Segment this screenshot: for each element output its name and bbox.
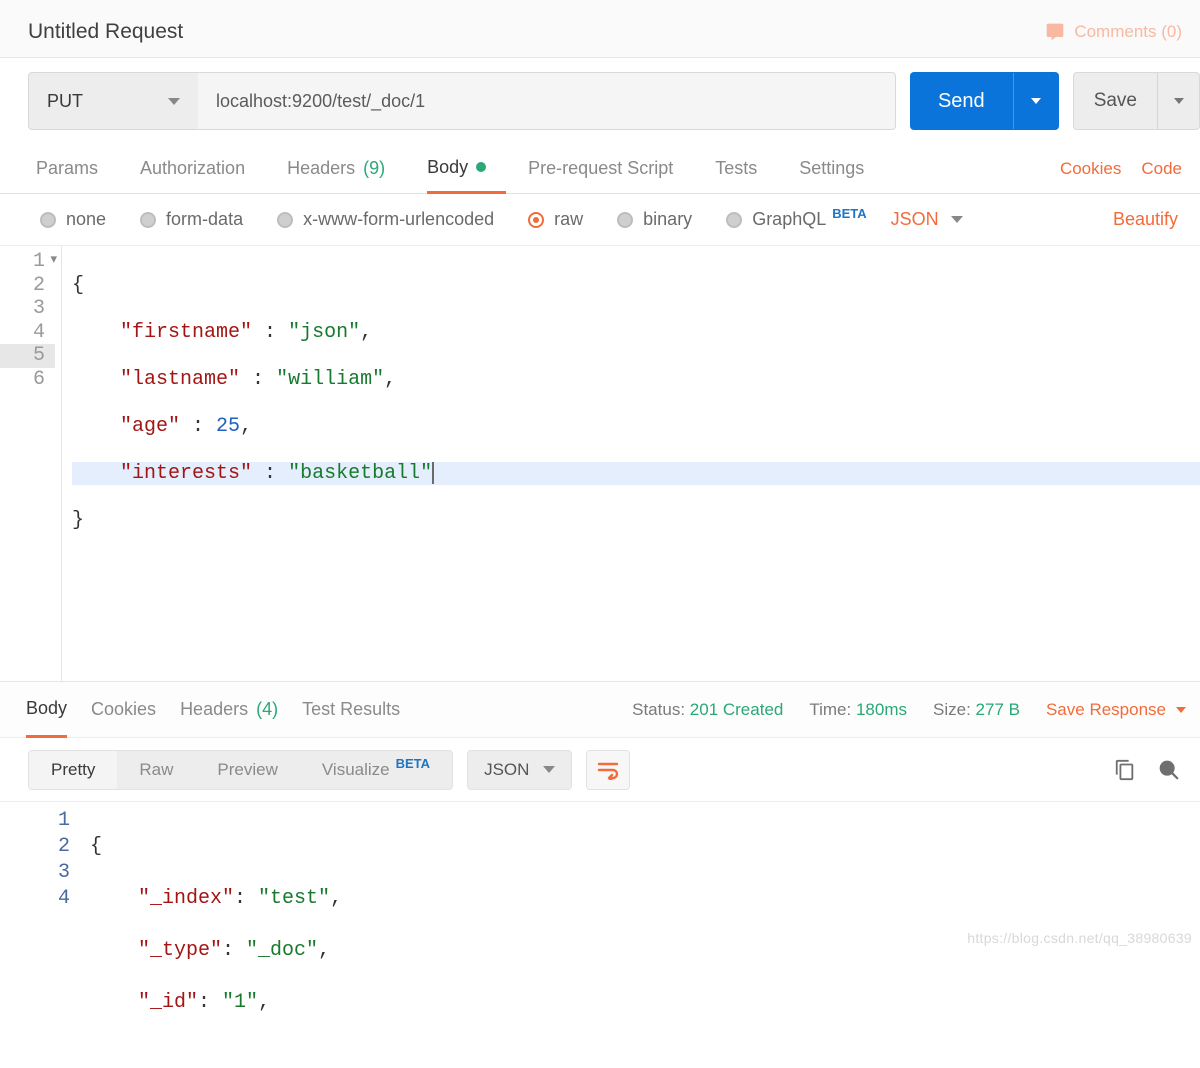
- radio-icon: [277, 212, 293, 228]
- response-toolbar: Pretty Raw Preview VisualizeBETA JSON: [0, 738, 1200, 802]
- send-button[interactable]: Send: [910, 73, 1013, 129]
- seg-raw[interactable]: Raw: [117, 750, 195, 790]
- code-line: "interests" : "basketball": [72, 462, 1200, 486]
- body-type-none[interactable]: none: [40, 209, 106, 230]
- tab-settings[interactable]: Settings: [799, 144, 884, 194]
- seg-pretty[interactable]: Pretty: [29, 750, 117, 790]
- resp-headers-count: (4): [256, 699, 278, 720]
- resp-tab-cookies[interactable]: Cookies: [91, 682, 156, 738]
- body-format-select[interactable]: JSON: [891, 209, 963, 230]
- beta-badge: BETA: [832, 206, 866, 221]
- code-line: {: [90, 834, 1200, 860]
- request-row: PUT localhost:9200/test/_doc/1 Send Save: [0, 58, 1200, 144]
- method-url-group: PUT localhost:9200/test/_doc/1: [28, 72, 896, 130]
- radio-icon: [726, 212, 742, 228]
- radio-icon: [40, 212, 56, 228]
- chevron-down-icon: [1031, 98, 1041, 104]
- resp-tab-test-results[interactable]: Test Results: [302, 682, 400, 738]
- code-line: "age" : 25,: [72, 415, 1200, 439]
- request-header: Untitled Request Comments (0): [0, 0, 1200, 58]
- link-cookies[interactable]: Cookies: [1060, 159, 1121, 179]
- line-gutter: 1▾ 2 3 4 5 6: [0, 246, 62, 681]
- response-format-select[interactable]: JSON: [467, 750, 572, 790]
- body-type-xwww[interactable]: x-www-form-urlencoded: [277, 209, 494, 230]
- time-value: 180ms: [856, 700, 907, 719]
- send-dropdown[interactable]: [1013, 73, 1059, 129]
- response-meta: Status: 201 Created Time: 180ms Size: 27…: [632, 700, 1186, 720]
- response-tabs: Body Cookies Headers(4) Test Results Sta…: [0, 682, 1200, 738]
- save-dropdown[interactable]: [1157, 73, 1199, 129]
- radio-selected-icon: [528, 212, 544, 228]
- chevron-down-icon: [543, 766, 555, 773]
- chevron-down-icon: [1174, 98, 1184, 104]
- body-type-raw[interactable]: raw: [528, 209, 583, 230]
- code-line: {: [72, 274, 1200, 298]
- beautify-button[interactable]: Beautify: [1113, 209, 1178, 230]
- code-line: "_type": "_doc",: [90, 938, 1200, 964]
- copy-icon[interactable]: [1114, 759, 1136, 781]
- send-button-group: Send: [910, 72, 1059, 130]
- save-response-button[interactable]: Save Response: [1046, 700, 1186, 720]
- response-body-editor[interactable]: 1234 { "_index": "test", "_type": "_doc"…: [0, 802, 1200, 932]
- http-method-select[interactable]: PUT: [28, 72, 198, 130]
- text-caret: [432, 462, 434, 484]
- code-area[interactable]: { "firstname" : "json", "lastname" : "wi…: [62, 246, 1200, 681]
- comments-button[interactable]: Comments (0): [1044, 22, 1182, 42]
- search-icon[interactable]: [1158, 759, 1180, 781]
- code-line: }: [72, 509, 1200, 533]
- url-input[interactable]: localhost:9200/test/_doc/1: [198, 72, 896, 130]
- save-button-group: Save: [1073, 72, 1200, 130]
- response-code-area[interactable]: { "_index": "test", "_type": "_doc", "_i…: [90, 808, 1200, 932]
- comment-icon: [1044, 22, 1066, 42]
- url-value: localhost:9200/test/_doc/1: [216, 91, 425, 112]
- tab-prerequest[interactable]: Pre-request Script: [528, 144, 693, 194]
- code-line: "_id": "1",: [90, 990, 1200, 1016]
- body-modified-dot-icon: [476, 162, 486, 172]
- status-value: 201 Created: [690, 700, 784, 719]
- tab-params[interactable]: Params: [36, 144, 118, 194]
- request-tabs-right: Cookies Code: [1060, 159, 1182, 179]
- chevron-down-icon: [168, 98, 180, 105]
- comments-label: Comments (0): [1074, 22, 1182, 42]
- time-label: Time:: [809, 700, 851, 719]
- body-type-form-data[interactable]: form-data: [140, 209, 243, 230]
- chevron-down-icon: [951, 216, 963, 223]
- code-line: "lastname" : "william",: [72, 368, 1200, 392]
- seg-preview[interactable]: Preview: [195, 750, 299, 790]
- fold-icon[interactable]: ▾: [50, 252, 57, 267]
- tab-tests[interactable]: Tests: [715, 144, 777, 194]
- beta-badge: BETA: [396, 756, 430, 771]
- save-button[interactable]: Save: [1074, 73, 1157, 129]
- size-value: 277 B: [976, 700, 1020, 719]
- tab-authorization[interactable]: Authorization: [140, 144, 265, 194]
- response-line-gutter: 1234: [0, 808, 90, 932]
- http-method-value: PUT: [47, 91, 83, 112]
- chevron-down-icon: [1176, 707, 1186, 713]
- resp-tab-headers[interactable]: Headers(4): [180, 682, 278, 738]
- request-body-editor[interactable]: 1▾ 2 3 4 5 6 { "firstname" : "json", "la…: [0, 246, 1200, 682]
- seg-visualize[interactable]: VisualizeBETA: [300, 750, 452, 790]
- code-line: "firstname" : "json",: [72, 321, 1200, 345]
- request-tabs: Params Authorization Headers (9) Body Pr…: [0, 144, 1200, 194]
- response-view-segment: Pretty Raw Preview VisualizeBETA: [28, 750, 453, 790]
- code-line: "_index": "test",: [90, 886, 1200, 912]
- radio-icon: [617, 212, 633, 228]
- wrap-lines-button[interactable]: [586, 750, 630, 790]
- body-type-binary[interactable]: binary: [617, 209, 692, 230]
- response-toolbar-right: [1114, 759, 1180, 781]
- body-type-row: none form-data x-www-form-urlencoded raw…: [0, 194, 1200, 246]
- status-label: Status:: [632, 700, 685, 719]
- link-code[interactable]: Code: [1141, 159, 1182, 179]
- wrap-icon: [596, 760, 620, 780]
- headers-count: (9): [363, 158, 385, 179]
- size-label: Size:: [933, 700, 971, 719]
- request-title: Untitled Request: [28, 20, 183, 44]
- resp-tab-body[interactable]: Body: [26, 682, 67, 738]
- tab-headers[interactable]: Headers (9): [287, 144, 405, 194]
- radio-icon: [140, 212, 156, 228]
- body-type-graphql[interactable]: GraphQLBETA: [726, 209, 866, 230]
- tab-body[interactable]: Body: [427, 144, 506, 194]
